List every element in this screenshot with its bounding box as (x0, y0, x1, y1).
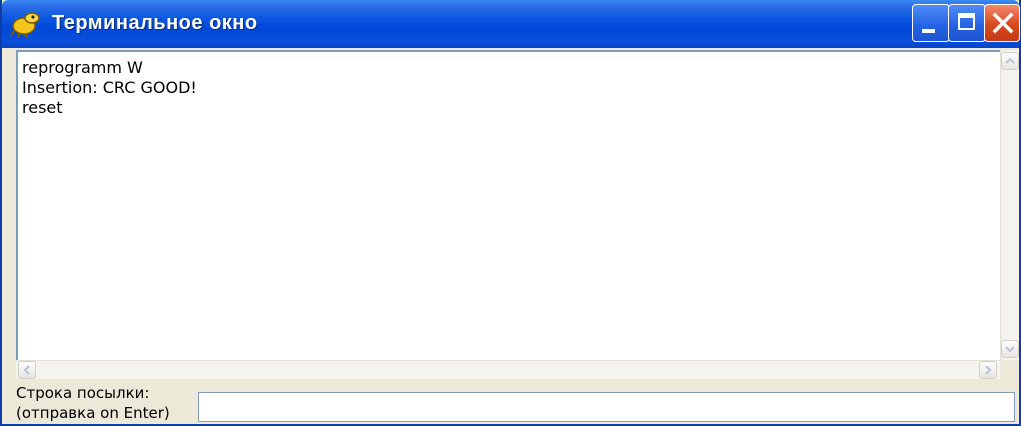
output-text: reprogramm W Insertion: CRC GOOD! reset (22, 58, 197, 118)
chevron-left-icon (23, 365, 30, 375)
scroll-down-button[interactable] (1001, 340, 1019, 358)
terminal-output[interactable]: reprogramm W Insertion: CRC GOOD! reset (16, 50, 1001, 379)
maximize-button[interactable] (948, 4, 986, 42)
output-line: reprogramm W (22, 58, 143, 77)
maximize-icon (958, 13, 975, 30)
terminal-app-icon (10, 12, 40, 39)
chevron-up-icon (1005, 57, 1015, 64)
chevron-right-icon (985, 365, 992, 375)
window-title: Терминальное окно (52, 12, 258, 34)
send-label: Строка посылки: (отправка on Enter) (16, 383, 170, 423)
send-input[interactable] (198, 392, 1015, 422)
send-label-line1: Строка посылки: (16, 384, 150, 402)
close-icon (992, 12, 1014, 34)
scrollbar-corner (1000, 360, 1019, 379)
minimize-button[interactable] (912, 4, 950, 42)
chevron-down-icon (1005, 346, 1015, 353)
vertical-scrollbar[interactable] (1000, 50, 1019, 379)
horizontal-scrollbar[interactable] (16, 360, 1000, 379)
close-button[interactable] (984, 4, 1020, 42)
scroll-left-button[interactable] (18, 361, 36, 379)
terminal-window: Терминальное окно reprogramm W Insertion… (0, 0, 1021, 426)
scroll-up-button[interactable] (1001, 52, 1019, 70)
minimize-icon (922, 29, 935, 33)
output-line: Insertion: CRC GOOD! (22, 78, 197, 97)
output-line: reset (22, 98, 63, 117)
send-label-line2: (отправка on Enter) (16, 404, 170, 422)
scroll-right-button[interactable] (979, 361, 997, 379)
title-bar[interactable]: Терминальное окно (2, 0, 1020, 48)
